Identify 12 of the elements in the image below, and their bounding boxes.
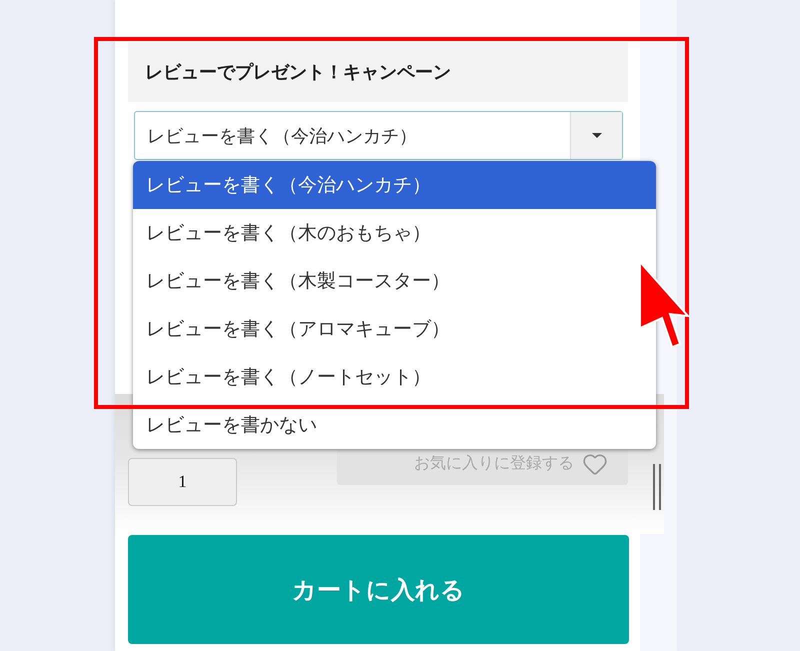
dropdown-option[interactable]: レビューを書かない [146, 412, 317, 438]
dropdown-option[interactable]: レビューを書く（今治ハンカチ） [133, 161, 656, 209]
review-select[interactable]: レビューを書く（今治ハンカチ） [134, 111, 623, 160]
double-bar-icon [653, 464, 661, 510]
caret-icon [592, 133, 602, 138]
dropdown-option[interactable]: レビューを書く（ノートセット） [146, 364, 431, 390]
dropdown-option[interactable]: レビューを書く（木のおもちゃ） [146, 220, 431, 246]
select-value: レビューを書く（今治ハンカチ） [146, 124, 418, 148]
quantity-field[interactable]: 1 [128, 458, 237, 506]
dropdown-option[interactable]: レビューを書く（アロマキューブ） [146, 316, 450, 342]
dropdown-option[interactable]: レビューを書く（木製コースター） [146, 268, 450, 294]
campaign-heading: レビューでプレゼント！キャンペーン [128, 42, 628, 102]
